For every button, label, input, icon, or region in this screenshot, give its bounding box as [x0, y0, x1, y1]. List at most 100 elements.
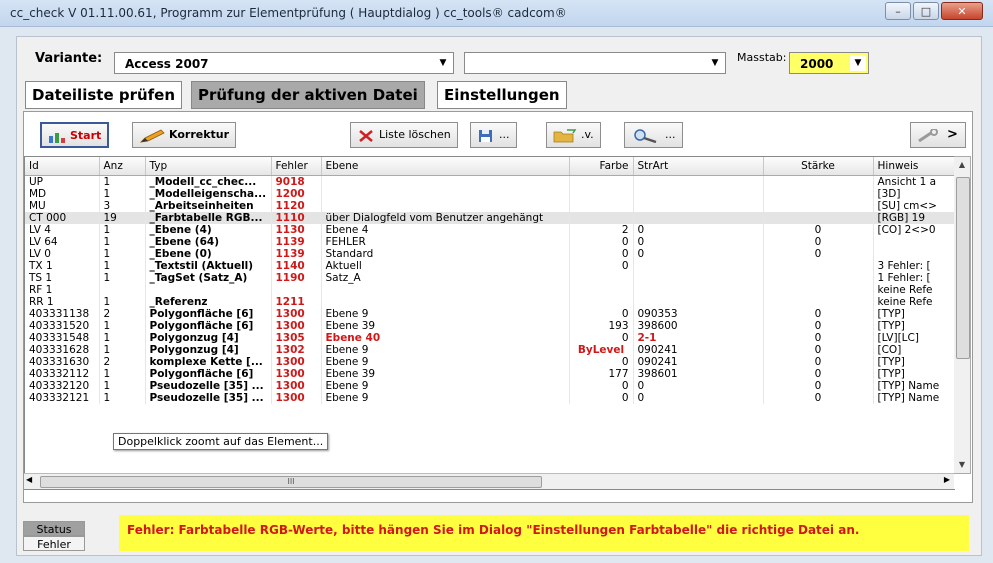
- cell-strart: 0: [633, 392, 764, 404]
- table-row[interactable]: LV 0 1 _Ebene (0) 1139 Standard 0 0 0: [25, 248, 955, 260]
- cell-staerke: 0: [763, 332, 874, 344]
- cell-anz: 1: [99, 188, 146, 200]
- search-button[interactable]: ...: [624, 122, 683, 148]
- element-table[interactable]: Id Anz Typ Fehler Ebene Farbe StrArt Stä…: [24, 156, 955, 490]
- col-fehler[interactable]: Fehler: [271, 157, 322, 176]
- table-row[interactable]: 403332120 1 Pseudozelle [35] ... 1300 Ebene …: [25, 380, 955, 392]
- cell-farbe: 0: [569, 356, 634, 368]
- scroll-down-icon[interactable]: ▼: [954, 457, 970, 473]
- cell-typ: _Textstil (Aktuell): [145, 260, 272, 272]
- cell-hinweis: [TYP] Name: [873, 380, 955, 392]
- table-row[interactable]: 403332121 1 Pseudozelle [35] ... 1300 Ebene …: [25, 392, 955, 404]
- cell-staerke: 0: [763, 392, 874, 404]
- table-row[interactable]: 403332112 1 Polygonfläche [6] 1300 Ebene 39 1…: [25, 368, 955, 380]
- cell-strart: [633, 272, 764, 284]
- col-anz[interactable]: Anz: [99, 157, 146, 176]
- cell-hinweis: [TYP]: [873, 320, 955, 332]
- table-row[interactable]: LV 64 1 _Ebene (64) 1139 FEHLER 0 0 0: [25, 236, 955, 248]
- cell-farbe: [569, 188, 634, 200]
- save-button[interactable]: ...: [470, 122, 517, 148]
- cell-anz: 1: [99, 272, 146, 284]
- col-id[interactable]: Id: [25, 157, 100, 176]
- cell-hinweis: [CO]: [873, 344, 955, 356]
- cell-typ: _Ebene (64): [145, 236, 272, 248]
- search-suffix: ...: [665, 128, 676, 141]
- table-row[interactable]: LV 4 1 _Ebene (4) 1130 Ebene 4 2 0 0 [CO] 2<>0: [25, 224, 955, 236]
- cell-farbe: 177: [569, 368, 634, 380]
- cell-strart: [633, 260, 764, 272]
- cell-ebene: [321, 296, 570, 308]
- cell-fehler: 1300: [271, 320, 322, 332]
- table-row[interactable]: UP 1 _Modell_cc_chec... 9018 Ansicht 1 a: [25, 175, 955, 188]
- table-header: Id Anz Typ Fehler Ebene Farbe StrArt Stä…: [25, 157, 955, 176]
- cell-fehler: 1300: [271, 392, 322, 404]
- table-row[interactable]: MD 1 _Modelleigenscha... 1200 [3D]: [25, 188, 955, 200]
- fehler-button[interactable]: Fehler: [23, 536, 85, 551]
- scroll-left-icon[interactable]: ◀: [26, 475, 32, 484]
- cell-anz: 2: [99, 308, 146, 320]
- cell-fehler: 9018: [271, 175, 322, 188]
- scroll-right-icon[interactable]: ▶: [944, 475, 950, 484]
- cell-staerke: 0: [763, 236, 874, 248]
- cell-id: 403331520: [25, 320, 100, 332]
- maximize-button[interactable]: □: [913, 2, 939, 20]
- cell-staerke: [763, 200, 874, 212]
- minimize-button[interactable]: –: [885, 2, 911, 20]
- open-folder-button[interactable]: .v.: [546, 122, 601, 148]
- korrektur-button[interactable]: Korrektur: [132, 122, 237, 148]
- col-staerke[interactable]: Stärke: [763, 157, 874, 176]
- cell-id: UP: [25, 175, 100, 188]
- col-farbe[interactable]: Farbe: [569, 157, 634, 176]
- cell-ebene: [321, 175, 570, 188]
- col-typ[interactable]: Typ: [145, 157, 272, 176]
- cell-strart: 090353: [633, 308, 764, 320]
- table-row[interactable]: 403331520 1 Polygonfläche [6] 1300 Ebene 39 1…: [25, 320, 955, 332]
- tab-dateiliste[interactable]: Dateiliste prüfen: [25, 81, 183, 109]
- tab-einstellungen[interactable]: Einstellungen: [437, 81, 567, 109]
- vertical-scrollbar[interactable]: ▲ ▼: [954, 156, 971, 474]
- cell-staerke: 0: [763, 224, 874, 236]
- horizontal-scroll-thumb[interactable]: III: [40, 476, 542, 488]
- cell-anz: 1: [99, 296, 146, 308]
- cell-fehler: 1200: [271, 188, 322, 200]
- col-ebene[interactable]: Ebene: [321, 157, 570, 176]
- variante-dropdown[interactable]: Access 2007 ▼: [114, 52, 454, 74]
- status-button[interactable]: Status: [23, 521, 85, 536]
- liste-loeschen-button[interactable]: Liste löschen: [350, 122, 458, 148]
- cell-farbe: 0: [569, 248, 634, 260]
- table-row[interactable]: 403331138 2 Polygonfläche [6] 1300 Ebene 900…: [25, 308, 955, 320]
- table-row[interactable]: MU 3 _Arbeitseinheiten 1120 [SU] cm<>: [25, 200, 955, 212]
- start-button[interactable]: Start: [40, 122, 110, 148]
- cell-id: LV 4: [25, 224, 100, 236]
- tab-pruefung-aktive-datei[interactable]: Prüfung der aktiven Datei: [191, 81, 425, 109]
- more-button[interactable]: >: [910, 122, 966, 148]
- cell-fehler: [271, 284, 322, 296]
- table-row[interactable]: CT 000 19 _Farbtabelle RGB... 1110 über Dial…: [25, 212, 955, 224]
- chevron-down-icon: ▼: [439, 58, 447, 68]
- cell-farbe: 0: [569, 392, 634, 404]
- cell-id: 403331630: [25, 356, 100, 368]
- table-row[interactable]: 403331630 2 komplexe Kette [... 1300 Ebene 9…: [25, 356, 955, 368]
- scroll-thumb[interactable]: [956, 177, 970, 359]
- cell-staerke: 0: [763, 308, 874, 320]
- scroll-up-icon[interactable]: ▲: [954, 157, 970, 173]
- table-row[interactable]: TX 1 1 _Textstil (Aktuell) 1140 Aktuell 0 3 Fe…: [25, 260, 955, 272]
- table-row[interactable]: RR 1 1 _Referenz 1211 keine Refe: [25, 296, 955, 308]
- table-row[interactable]: TS 1 1 _TagSet (Satz_A) 1190 Satz_A 1 Fehler:…: [25, 272, 955, 284]
- cell-strart: [633, 175, 764, 188]
- cell-typ: _Arbeitseinheiten: [145, 200, 272, 212]
- close-button[interactable]: ✕: [941, 2, 983, 20]
- cell-ebene: Ebene 9: [321, 308, 570, 320]
- second-dropdown[interactable]: ▼: [464, 52, 726, 74]
- cell-farbe: [569, 272, 634, 284]
- col-hinweis[interactable]: Hinweis: [873, 157, 955, 176]
- horizontal-scrollbar[interactable]: ◀ III ▶: [24, 473, 954, 489]
- masstab-dropdown[interactable]: 2000 ▼: [789, 52, 869, 74]
- cell-hinweis: [3D]: [873, 188, 955, 200]
- open-folder-icon: [553, 128, 577, 143]
- table-row[interactable]: RF 1 keine Refe: [25, 284, 955, 296]
- cell-anz: 1: [99, 175, 146, 188]
- table-row[interactable]: 403331548 1 Polygonzug [4] 1305 Ebene 40 0 2-1…: [25, 332, 955, 344]
- table-row[interactable]: 403331628 1 Polygonzug [4] 1302 Ebene 9 ByLev…: [25, 344, 955, 356]
- col-strart[interactable]: StrArt: [633, 157, 764, 176]
